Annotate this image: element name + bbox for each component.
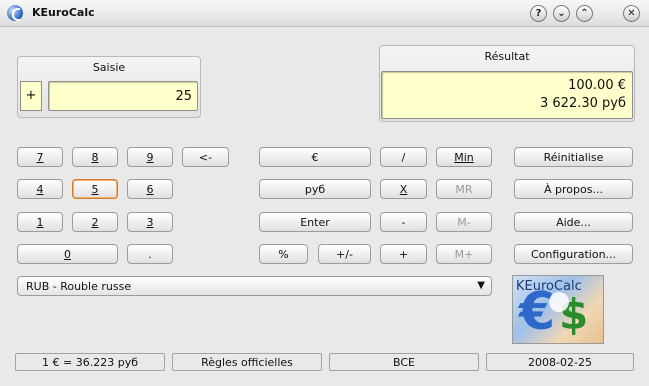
status-source: BCE (329, 353, 479, 371)
percent-button[interactable]: % (259, 244, 308, 264)
app-window: KEuroCalc ? ⌄ ⌃ ✕ Saisie + 25 Résultat 1… (0, 0, 649, 386)
chevron-down-icon: ▼ (477, 280, 485, 291)
configuration-button[interactable]: Configuration... (514, 244, 633, 264)
multiply-button[interactable]: X (380, 179, 427, 199)
decimal-point-button[interactable]: . (127, 244, 173, 264)
memory-minus-button[interactable]: M- (436, 212, 492, 232)
enter-button[interactable]: Enter (259, 212, 371, 232)
currency-select-value: RUB - Rouble russe (26, 280, 132, 293)
digit-9-button[interactable]: 9 (127, 147, 173, 167)
input-value: 25 (175, 89, 192, 104)
input-display: 25 (48, 81, 198, 111)
help-icon[interactable]: ? (530, 5, 547, 22)
divide-button[interactable]: / (380, 147, 427, 167)
digit-1-button[interactable]: 1 (17, 212, 63, 232)
close-icon[interactable]: ✕ (623, 5, 640, 22)
backspace-button[interactable]: <- (182, 147, 229, 167)
app-logo: € $ KEuroCalc (512, 275, 604, 344)
memory-plus-button[interactable]: M+ (436, 244, 492, 264)
sign-indicator: + (20, 81, 42, 111)
memory-recall-button[interactable]: MR (436, 179, 492, 199)
plus-button[interactable]: + (380, 244, 427, 264)
input-group-title: Saisie (92, 61, 126, 74)
status-rules: Règles officielles (172, 353, 322, 371)
digit-3-button[interactable]: 3 (127, 212, 173, 232)
result-display: 100.00 € 3 622.30 руб (381, 71, 633, 119)
digit-0-button[interactable]: 0 (17, 244, 118, 264)
status-rate: 1 € = 36.223 руб (15, 353, 165, 371)
result-group-title: Résultat (484, 50, 530, 63)
title-bar[interactable]: KEuroCalc ? ⌄ ⌃ ✕ (0, 0, 649, 27)
digit-6-button[interactable]: 6 (127, 179, 173, 199)
app-icon[interactable] (7, 5, 23, 21)
help-button[interactable]: Aide... (514, 212, 633, 232)
minus-button[interactable]: - (380, 212, 427, 232)
digit-7-button[interactable]: 7 (17, 147, 63, 167)
rub-button[interactable]: руб (259, 179, 371, 199)
play-icon (549, 292, 569, 312)
plus-minus-button[interactable]: +/- (318, 244, 371, 264)
logo-text: KEuroCalc (516, 279, 582, 294)
about-button[interactable]: À propos... (514, 179, 633, 199)
window-title: KEuroCalc (32, 6, 95, 19)
currency-select[interactable]: RUB - Rouble russe ▼ (17, 276, 492, 296)
minimize-icon[interactable]: ⌄ (553, 5, 570, 22)
euro-button[interactable]: € (259, 147, 371, 167)
digit-5-button[interactable]: 5 (72, 179, 118, 199)
maximize-icon[interactable]: ⌃ (576, 5, 593, 22)
reset-button[interactable]: Réinitialise (514, 147, 633, 167)
result-rub: 3 622.30 руб (540, 96, 626, 111)
digit-8-button[interactable]: 8 (72, 147, 118, 167)
result-euro: 100.00 € (568, 78, 626, 93)
memory-in-button[interactable]: Min (436, 147, 492, 167)
status-date: 2008-02-25 (486, 353, 634, 371)
digit-2-button[interactable]: 2 (72, 212, 118, 232)
digit-4-button[interactable]: 4 (17, 179, 63, 199)
